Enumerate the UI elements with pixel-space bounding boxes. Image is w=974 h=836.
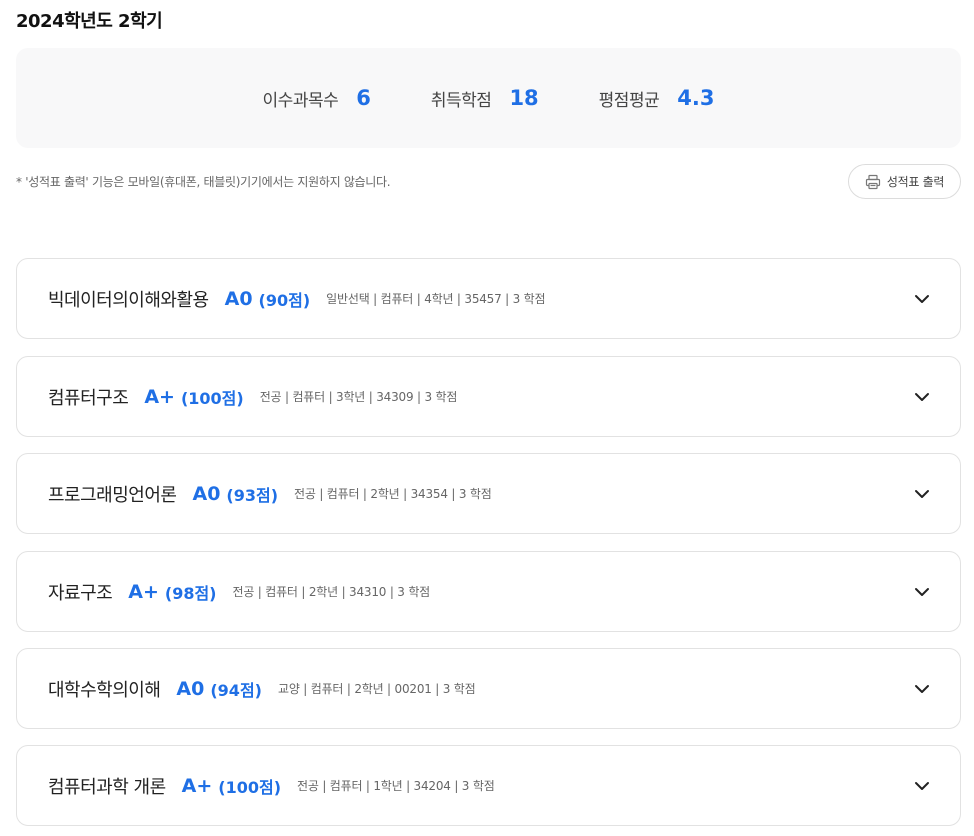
stat-label: 취득학점 — [430, 90, 492, 111]
mobile-print-notice: * '성적표 출력' 기능은 모바일(휴대폰, 태블릿)기기에서는 지원하지 않… — [16, 175, 391, 189]
chevron-down-icon[interactable] — [914, 389, 930, 405]
stat-value: 18 — [509, 86, 539, 110]
course-name: 대학수학의이해 — [48, 679, 161, 701]
course-name: 빅데이터의이해와활용 — [48, 289, 209, 311]
course-meta: 전공 | 컴퓨터 | 2학년 | 34354 | 3 학점 — [294, 487, 492, 501]
course-grade: A0 — [192, 482, 221, 505]
stat-credits: 취득학점 18 — [431, 86, 539, 111]
course-grade: A+ — [144, 385, 175, 408]
course-name: 프로그래밍언어론 — [48, 484, 177, 506]
printer-icon — [865, 174, 880, 189]
stat-gpa: 평점평균 4.3 — [599, 86, 715, 111]
course-row[interactable]: 대학수학의이해 A0 (94점) 교양 | 컴퓨터 | 2학년 | 00201 … — [16, 648, 961, 729]
course-meta: 전공 | 컴퓨터 | 3학년 | 34309 | 3 학점 — [259, 390, 458, 404]
course-grade: A+ — [181, 774, 213, 797]
course-row[interactable]: 컴퓨터구조 A+ (100점) 전공 | 컴퓨터 | 3학년 | 34309 |… — [16, 356, 961, 437]
course-meta: 교양 | 컴퓨터 | 2학년 | 00201 | 3 학점 — [277, 682, 476, 696]
chevron-down-icon[interactable] — [914, 584, 930, 600]
stat-value: 6 — [356, 86, 371, 110]
stat-course-count: 이수과목수 6 — [263, 86, 371, 111]
chevron-down-icon[interactable] — [914, 778, 930, 794]
course-name: 자료구조 — [48, 582, 113, 604]
course-meta: 전공 | 컴퓨터 | 1학년 | 34204 | 3 학점 — [297, 779, 495, 793]
course-meta: 일반선택 | 컴퓨터 | 4학년 | 35457 | 3 학점 — [326, 292, 546, 306]
course-score: (93점) — [226, 485, 279, 505]
course-name: 컴퓨터구조 — [48, 387, 129, 409]
course-grade: A0 — [224, 287, 253, 310]
chevron-down-icon[interactable] — [914, 486, 930, 502]
print-button-label: 성적표 출력 — [886, 175, 945, 189]
course-score: (100점) — [218, 777, 282, 797]
course-score: (98점) — [164, 583, 217, 603]
course-score: (94점) — [210, 680, 262, 700]
chevron-down-icon[interactable] — [914, 291, 930, 307]
course-grade: A+ — [128, 580, 159, 603]
grade-summary-panel: 이수과목수 6 취득학점 18 평점평균 4.3 — [16, 48, 961, 148]
page-title: 2024학년도 2학기 — [16, 11, 163, 32]
course-score: (100점) — [180, 388, 244, 408]
chevron-down-icon[interactable] — [914, 681, 930, 697]
stat-label: 이수과목수 — [262, 90, 339, 111]
stat-value: 4.3 — [677, 86, 715, 110]
stat-label: 평점평균 — [598, 90, 660, 111]
course-meta: 전공 | 컴퓨터 | 2학년 | 34310 | 3 학점 — [232, 585, 431, 599]
course-row[interactable]: 빅데이터의이해와활용 A0 (90점) 일반선택 | 컴퓨터 | 4학년 | 3… — [16, 258, 961, 339]
course-row[interactable]: 컴퓨터과학 개론 A+ (100점) 전공 | 컴퓨터 | 1학년 | 3420… — [16, 745, 961, 826]
course-row[interactable]: 프로그래밍언어론 A0 (93점) 전공 | 컴퓨터 | 2학년 | 34354… — [16, 453, 961, 534]
course-score: (90점) — [258, 290, 311, 310]
course-row[interactable]: 자료구조 A+ (98점) 전공 | 컴퓨터 | 2학년 | 34310 | 3… — [16, 551, 961, 632]
print-transcript-button[interactable]: 성적표 출력 — [848, 164, 961, 199]
grade-page: 2024학년도 2학기 이수과목수 6 취득학점 18 평점평균 4.3 * '… — [0, 0, 974, 836]
course-grade: A0 — [176, 677, 205, 700]
course-name: 컴퓨터과학 개론 — [48, 776, 166, 798]
